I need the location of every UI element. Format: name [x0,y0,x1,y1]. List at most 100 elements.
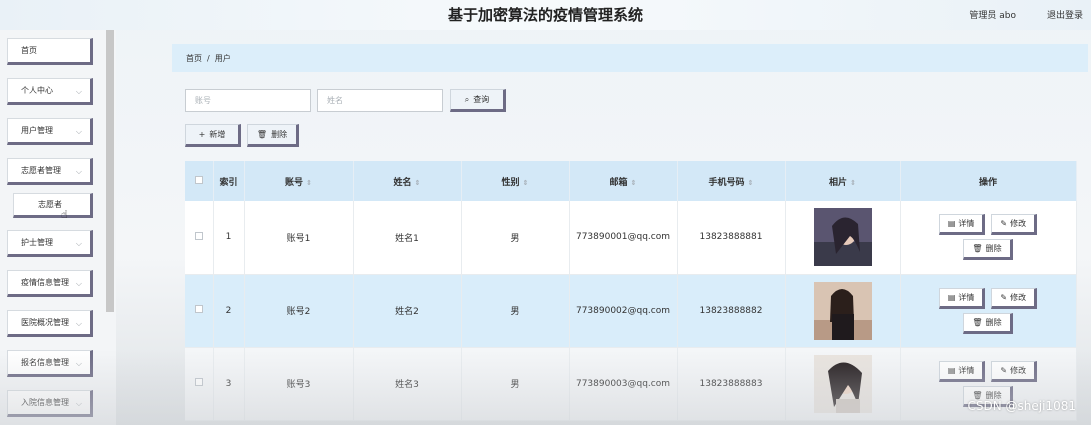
cell-index: 2 [213,274,245,348]
cell-photo [785,201,901,275]
chevron-down-icon: ⌵ [75,399,82,408]
watermark: CSDN @sheji1081 [967,399,1076,413]
chevron-down-icon: ⌵ [75,239,82,248]
cell-photo [785,347,901,421]
row-delete-label: 删除 [985,244,1002,254]
table-row: 3 账号3 姓名3 男 773890003@qq.com 13823888883 [185,347,1077,421]
sidebar-item-epidemic[interactable]: 疫情信息管理 ⌵ [7,270,93,297]
cell-name: 姓名1 [353,201,462,275]
detail-label: 详情 [958,365,975,375]
chevron-down-icon: ⌵ [75,359,82,368]
sort-icon[interactable]: ⇕ [631,179,637,187]
header-name-label: 姓名 [393,177,412,188]
chevron-down-icon: ⌵ [75,127,82,136]
account-search-input[interactable] [185,89,311,112]
cell-account: 账号1 [244,201,354,275]
edit-label: 修改 [1010,219,1027,229]
header-phone-label: 手机号码 [708,177,745,188]
cell-ops: ▤ 详情 ✎ 修改 🗑 删除 [900,201,1077,275]
submenu-item-volunteer[interactable]: 志愿者 [13,193,93,218]
query-button[interactable]: ⌕ 查询 [450,89,506,112]
row-select-cell[interactable] [185,347,214,421]
edit-label: 修改 [1010,365,1027,375]
delete-button[interactable]: 🗑 删除 [247,124,299,147]
breadcrumb-separator: / [207,53,210,63]
user-photo[interactable] [813,281,872,340]
header-photo[interactable]: 相片 ⇕ [785,161,901,201]
sidebar-item-users[interactable]: 用户管理 ⌵ [7,118,93,145]
search-icon: ⌕ [464,94,470,104]
table-row: 2 账号2 姓名2 男 773890002@qq.com 13823888882 [185,274,1077,348]
sidebar-item-registration[interactable]: 报名信息管理 ⌵ [7,350,93,377]
row-checkbox[interactable] [194,231,203,240]
select-all-cell[interactable] [185,161,214,201]
cell-gender: 男 [461,274,570,348]
edit-button[interactable]: ✎ 修改 [991,360,1038,382]
breadcrumb-home[interactable]: 首页 [186,53,202,64]
add-button-label: 新增 [209,130,226,139]
sidebar-item-home[interactable]: 首页 [7,38,93,65]
user-photo[interactable] [813,354,872,413]
header-gender[interactable]: 性别 ⇕ [461,161,570,201]
add-button[interactable]: + 新增 [185,124,241,147]
trash-icon: 🗑 [972,244,983,254]
header-name[interactable]: 姓名 ⇕ [353,161,462,201]
submenu-item-label: 志愿者 [38,200,62,209]
hand-cursor-icon: ☝ [61,208,68,221]
detail-button[interactable]: ▤ 详情 [938,287,986,309]
header-photo-label: 相片 [829,177,848,188]
header-account[interactable]: 账号 ⇕ [244,161,354,201]
sidebar-item-hospital[interactable]: 医院概况管理 ⌵ [7,310,93,337]
edit-button[interactable]: ✎ 修改 [991,287,1038,309]
edit-label: 修改 [1010,292,1027,302]
plus-icon: + [198,130,206,139]
detail-label: 详情 [958,292,975,302]
cell-phone: 13823888883 [677,347,786,421]
document-icon: ▤ [947,219,956,229]
sidebar-item-nurses[interactable]: 护士管理 ⌵ [7,230,93,257]
detail-button[interactable]: ▤ 详情 [938,214,986,236]
select-all-checkbox[interactable] [194,175,203,184]
sidebar-item-profile[interactable]: 个人中心 ⌵ [7,78,93,105]
sort-icon[interactable]: ⇕ [306,179,312,187]
header-phone[interactable]: 手机号码 ⇕ [677,161,786,201]
logout-link[interactable]: 退出登录 [1047,8,1083,21]
row-select-cell[interactable] [185,201,214,275]
sidebar-item-volunteers[interactable]: 志愿者管理 ⌵ [7,158,93,185]
cell-account: 账号3 [244,347,354,421]
header-email[interactable]: 邮箱 ⇕ [569,161,678,201]
row-checkbox[interactable] [194,378,203,386]
sidebar-item-label: 护士管理 [21,238,53,247]
sidebar-item-label: 用户管理 [21,126,53,135]
cell-gender: 男 [461,347,570,421]
sidebar-item-admission[interactable]: 入院信息管理 ⌵ [7,390,93,417]
row-delete-button[interactable]: 🗑 删除 [963,239,1013,261]
cell-name: 姓名3 [353,347,462,421]
user-photo[interactable] [813,208,872,267]
breadcrumb: 首页 / 用户 [172,44,1088,72]
sort-icon[interactable]: ⇕ [415,179,421,187]
sidebar-item-label: 报名信息管理 [21,358,69,367]
row-checkbox[interactable] [194,305,203,313]
chevron-down-icon: ⌵ [75,279,82,288]
cell-phone: 13823888881 [677,201,786,275]
cell-email: 773890001@qq.com [569,201,678,275]
name-search-input[interactable] [317,89,443,112]
sort-icon[interactable]: ⇕ [523,179,529,187]
row-delete-button[interactable]: 🗑 删除 [963,312,1013,334]
sidebar-item-label: 医院概况管理 [21,318,69,327]
sort-icon[interactable]: ⇕ [748,179,754,187]
row-select-cell[interactable] [185,274,214,348]
cell-account: 账号2 [244,274,354,348]
sidebar-item-label: 入院信息管理 [21,398,69,407]
query-button-label: 查询 [473,95,490,104]
detail-button[interactable]: ▤ 详情 [938,360,986,382]
sort-icon[interactable]: ⇕ [850,179,856,187]
cell-name: 姓名2 [353,274,462,348]
edit-button[interactable]: ✎ 修改 [991,214,1038,236]
cell-phone: 13823888882 [677,274,786,348]
header-gender-label: 性别 [501,177,520,188]
header-ops: 操作 [900,161,1077,201]
trash-icon: 🗑 [972,317,983,327]
sidebar-scrollbar[interactable] [106,30,114,312]
